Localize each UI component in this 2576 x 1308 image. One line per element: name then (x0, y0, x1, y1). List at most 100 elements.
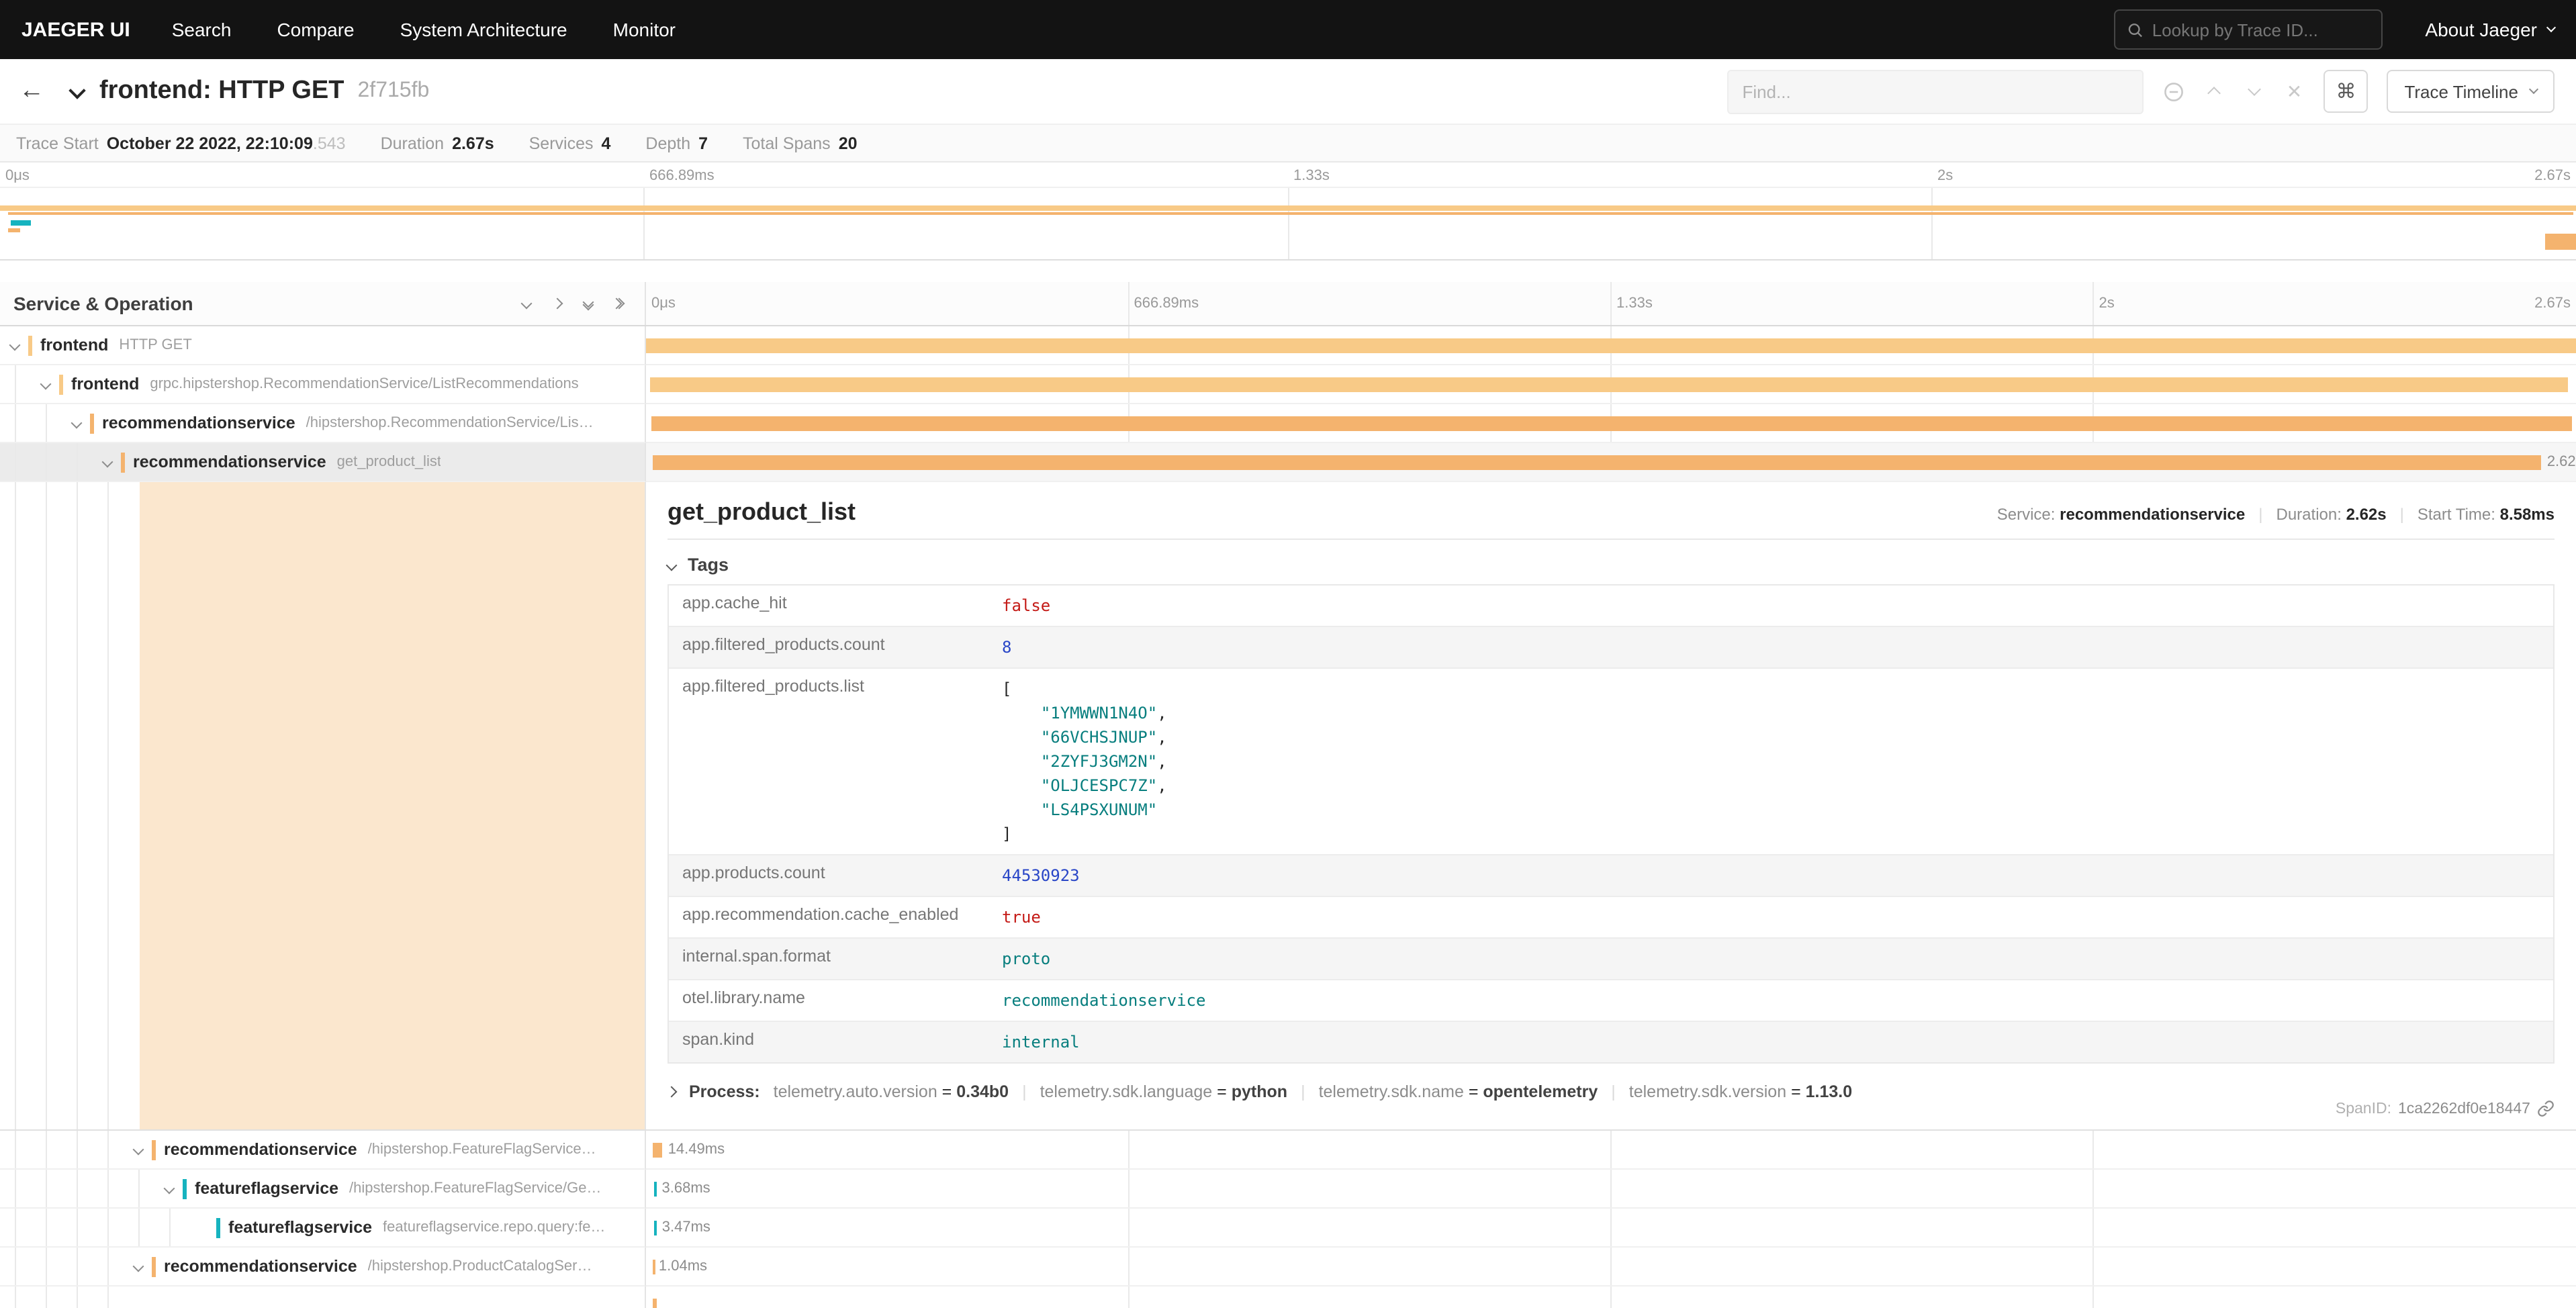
tag-row: otel.library.namerecommendationservice (669, 980, 2553, 1022)
span-row-name-column[interactable]: recommendationservice/hipstershop.Recomm… (0, 404, 646, 443)
nav-item-compare[interactable]: Compare (254, 19, 377, 40)
clear-search-icon[interactable]: ✕ (2283, 82, 2305, 101)
span-duration-bar[interactable] (653, 1182, 656, 1197)
span-row[interactable]: frontendHTTP GET (0, 326, 2576, 365)
collapse-all-icon[interactable] (584, 301, 592, 306)
span-row-timeline[interactable] (646, 1287, 2576, 1308)
trace-view-dropdown[interactable]: Trace Timeline (2387, 70, 2555, 113)
summary-value: 7 (698, 134, 708, 152)
trace-summary: Trace StartOctober 22 2022, 22:10:09.543… (0, 125, 2576, 162)
summary-item: Services4 (529, 134, 611, 152)
span-row-timeline[interactable]: 3.47ms (646, 1209, 2576, 1248)
trace-lookup-input[interactable] (2152, 19, 2369, 40)
span-row-name-column[interactable]: frontendgrpc.hipstershop.RecommendationS… (0, 365, 646, 404)
span-row-timeline[interactable] (646, 404, 2576, 443)
span-duration-bar[interactable] (652, 1260, 655, 1274)
title-collapse-chevron[interactable] (71, 79, 83, 103)
service-operation-title: Service & Operation (13, 293, 522, 314)
summary-value-fraction: .543 (313, 134, 346, 152)
span-duration-bar[interactable] (652, 455, 2542, 470)
service-color-marker (183, 1178, 187, 1199)
timeline-tick-label: 0μs (5, 168, 30, 184)
chevron-down-icon[interactable] (164, 1183, 175, 1195)
span-row-name-column[interactable]: frontendHTTP GET (0, 326, 646, 365)
chevron-down-icon[interactable] (40, 379, 52, 390)
process-row[interactable]: Process:telemetry.auto.version = 0.34b0|… (668, 1082, 2555, 1101)
span-row-name-column[interactable]: recommendationservice/hipstershop.Produc… (0, 1248, 646, 1287)
span-row-name-column[interactable]: featureflagservicefeatureflagservice.rep… (0, 1209, 646, 1248)
chevron-down-icon[interactable] (133, 1261, 144, 1272)
span-row[interactable]: frontendgrpc.hipstershop.RecommendationS… (0, 365, 2576, 404)
indent-guide (77, 1248, 78, 1285)
span-duration-bar[interactable] (650, 377, 2569, 392)
span-row-name-column[interactable]: featureflagservice/hipstershop.FeatureFl… (0, 1170, 646, 1209)
minimap-canvas[interactable] (0, 187, 2576, 261)
nav-item-search[interactable]: Search (149, 19, 255, 40)
indent-guide (77, 1287, 78, 1308)
span-duration-bar[interactable] (646, 338, 2576, 353)
circle-minus-glyph (2163, 81, 2183, 101)
collapse-one-icon[interactable] (521, 298, 533, 310)
tags-section-toggle[interactable]: Tags (668, 545, 2555, 584)
span-row-name-column[interactable] (0, 1287, 646, 1308)
app-logo[interactable]: JAEGER UI (21, 18, 130, 41)
trace-lookup[interactable] (2113, 9, 2382, 50)
indent-guide (169, 1209, 171, 1246)
find-input[interactable] (1727, 69, 2144, 113)
service-color-marker (90, 413, 94, 433)
span-row[interactable]: featureflagservicefeatureflagservice.rep… (0, 1209, 2576, 1248)
span-row[interactable]: recommendationserviceget_product_list2.6… (0, 443, 2576, 482)
span-duration-label: 3.47ms (662, 1219, 710, 1235)
span-row-name-column[interactable]: recommendationserviceget_product_list (0, 443, 646, 482)
span-row-timeline[interactable]: 14.49ms (646, 1131, 2576, 1170)
span-row-timeline[interactable]: 2.62s (646, 443, 2576, 482)
span-duration-bar[interactable] (654, 1221, 657, 1235)
chevron-down-icon[interactable] (71, 418, 83, 429)
nav-item-monitor[interactable]: Monitor (590, 19, 698, 40)
span-duration-label: 14.49ms (668, 1141, 725, 1158)
back-icon[interactable]: ← (19, 77, 44, 106)
span-row[interactable] (0, 1287, 2576, 1308)
circle-minus-icon[interactable] (2162, 81, 2184, 101)
operation-name: /hipstershop.FeatureFlagService… (368, 1141, 596, 1158)
prev-result-icon[interactable] (2203, 85, 2224, 98)
indent-spacer (0, 1305, 132, 1306)
indent-guide (77, 1209, 78, 1246)
chevron-down-icon[interactable] (9, 340, 21, 351)
chevron-down-icon[interactable] (102, 457, 113, 468)
minimap-span (2545, 234, 2576, 250)
json-string-value: "66VCHSJNUP" (1041, 728, 1157, 747)
span-row-timeline[interactable] (646, 326, 2576, 365)
tag-value-text: 44530923 (1002, 866, 1080, 885)
expand-all-icon[interactable] (615, 299, 620, 308)
tag-value: proto (1002, 939, 1050, 979)
keyboard-shortcuts-button[interactable]: ⌘ (2324, 70, 2368, 113)
span-row-timeline[interactable] (646, 365, 2576, 404)
span-row[interactable]: recommendationservice/hipstershop.Produc… (0, 1248, 2576, 1287)
span-row-timeline[interactable]: 1.04ms (646, 1248, 2576, 1287)
indent-guide (46, 443, 47, 481)
span-row-timeline[interactable]: 3.68ms (646, 1170, 2576, 1209)
span-duration-bar[interactable] (651, 416, 2572, 431)
expand-one-icon[interactable] (552, 298, 563, 310)
span-row-name-column[interactable]: recommendationservice/hipstershop.Featur… (0, 1131, 646, 1170)
tag-row: internal.span.formatproto (669, 939, 2553, 980)
chevron-down-icon[interactable] (133, 1144, 144, 1156)
minimap-span (8, 228, 21, 232)
span-row[interactable]: featureflagservice/hipstershop.FeatureFl… (0, 1170, 2576, 1209)
span-duration-bar[interactable] (652, 1299, 657, 1308)
nav-item-system-architecture[interactable]: System Architecture (377, 19, 590, 40)
span-duration-label: 3.68ms (662, 1180, 710, 1197)
tag-key: app.cache_hit (669, 586, 1002, 620)
span-duration-bar[interactable] (652, 1143, 663, 1158)
operation-name: grpc.hipstershop.RecommendationService/L… (150, 376, 578, 392)
indent-guide (138, 1209, 140, 1246)
next-result-icon[interactable] (2243, 89, 2264, 94)
process-attribute: telemetry.sdk.language = python (1040, 1082, 1288, 1101)
operation-name: get_product_list (337, 454, 441, 470)
indent-spacer (0, 1227, 193, 1228)
about-jaeger-menu[interactable]: About Jaeger (2425, 19, 2555, 40)
span-row[interactable]: recommendationservice/hipstershop.Recomm… (0, 404, 2576, 443)
span-row[interactable]: recommendationservice/hipstershop.Featur… (0, 1131, 2576, 1170)
link-icon[interactable] (2537, 1100, 2555, 1117)
